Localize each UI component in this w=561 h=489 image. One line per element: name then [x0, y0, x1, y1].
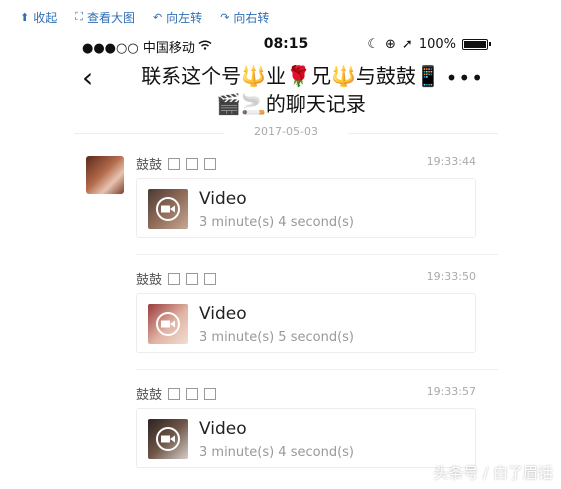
message-time: 19:33:57	[426, 385, 476, 398]
status-icons: ☾ ⊕ ➚ 100%	[367, 37, 491, 52]
view-large-label: 查看大图	[86, 10, 135, 25]
location-icon: ➚	[401, 37, 413, 52]
video-duration: 3 minute(s) 4 second(s)	[199, 445, 354, 460]
sender-name: 鼓鼓	[136, 154, 217, 173]
avatar[interactable]	[86, 156, 124, 194]
date-divider: 2017-05-03	[74, 122, 498, 146]
video-thumbnail	[148, 304, 188, 344]
page-title: 联系这个号🔱业🌹兄🔱与鼓鼓📱🎬🚬的聊天记录	[141, 64, 441, 116]
rotation-lock-icon: ⊕	[385, 37, 396, 52]
box-glyph	[204, 272, 217, 285]
rotate-right-button[interactable]: ↷ 向右转	[220, 9, 269, 26]
battery-icon	[462, 39, 491, 50]
rotate-left-icon: ↶	[152, 10, 163, 24]
status-bar: ●●●○○ 中国移动 08:15 ☾ ⊕ ➚ 100%	[74, 34, 498, 56]
sender-name: 鼓鼓	[136, 269, 217, 288]
collapse-icon: ⬆	[20, 10, 30, 24]
box-glyph	[168, 272, 181, 285]
back-chevron-icon[interactable]: ‹	[82, 60, 93, 96]
collapse-button[interactable]: ⬆ 收起	[20, 9, 57, 26]
box-glyph	[168, 387, 181, 400]
sender-label: 鼓鼓	[136, 158, 163, 173]
moon-icon: ☾	[367, 37, 380, 52]
video-card[interactable]: Video 3 minute(s) 5 second(s)	[136, 293, 476, 353]
sender-label: 鼓鼓	[136, 388, 163, 403]
rotate-right-icon: ↷	[220, 10, 230, 24]
video-camera-icon	[156, 427, 180, 451]
collapse-label: 收起	[33, 10, 58, 25]
watermark: 头条号 / 白了眉话	[433, 464, 553, 482]
video-camera-icon	[156, 197, 180, 221]
box-glyph	[186, 387, 199, 400]
message-item: 鼓鼓 19:33:50 Video 3 minute(s) 5 second(s…	[74, 261, 498, 376]
more-icon[interactable]: •••	[446, 66, 484, 90]
rotate-right-label: 向右转	[233, 10, 270, 25]
message-separator	[136, 369, 498, 370]
box-glyph	[204, 387, 217, 400]
message-time: 19:33:50	[426, 270, 476, 283]
image-viewer-toolbar: ⬆ 收起 ⛶ 查看大图 ↶ 向左转 ↷ 向右转	[0, 0, 561, 34]
chat-nav-bar: ‹ 联系这个号🔱业🌹兄🔱与鼓鼓📱🎬🚬的聊天记录 •••	[74, 56, 498, 122]
box-glyph	[204, 157, 217, 170]
message-item: 鼓鼓 19:33:44 Video 3 minute(s) 4 second(s…	[74, 146, 498, 261]
video-card[interactable]: Video 3 minute(s) 4 second(s)	[136, 178, 476, 238]
video-label: Video	[199, 304, 247, 324]
video-duration: 3 minute(s) 4 second(s)	[199, 215, 354, 230]
sender-name: 鼓鼓	[136, 384, 217, 403]
message-time: 19:33:44	[426, 155, 476, 168]
rotate-left-label: 向左转	[166, 10, 203, 25]
view-large-button[interactable]: ⛶ 查看大图	[75, 9, 135, 26]
video-thumbnail	[148, 419, 188, 459]
video-label: Video	[199, 419, 247, 439]
sender-label: 鼓鼓	[136, 273, 163, 288]
zoom-icon: ⛶	[75, 10, 83, 23]
box-glyph	[186, 157, 199, 170]
video-label: Video	[199, 189, 247, 209]
divider-line-right	[348, 133, 498, 134]
phone-screenshot: ●●●○○ 中国移动 08:15 ☾ ⊕ ➚ 100% ‹ 联系这个号🔱业🌹兄🔱…	[74, 34, 498, 489]
video-camera-icon	[156, 312, 180, 336]
message-separator	[136, 254, 498, 255]
video-card[interactable]: Video 3 minute(s) 4 second(s)	[136, 408, 476, 468]
video-duration: 3 minute(s) 5 second(s)	[199, 330, 354, 345]
rotate-left-button[interactable]: ↶ 向左转	[153, 9, 202, 26]
box-glyph	[186, 272, 199, 285]
box-glyph	[168, 157, 181, 170]
battery-percent: 100%	[418, 37, 456, 52]
video-thumbnail	[148, 189, 188, 229]
date-label: 2017-05-03	[254, 125, 318, 138]
